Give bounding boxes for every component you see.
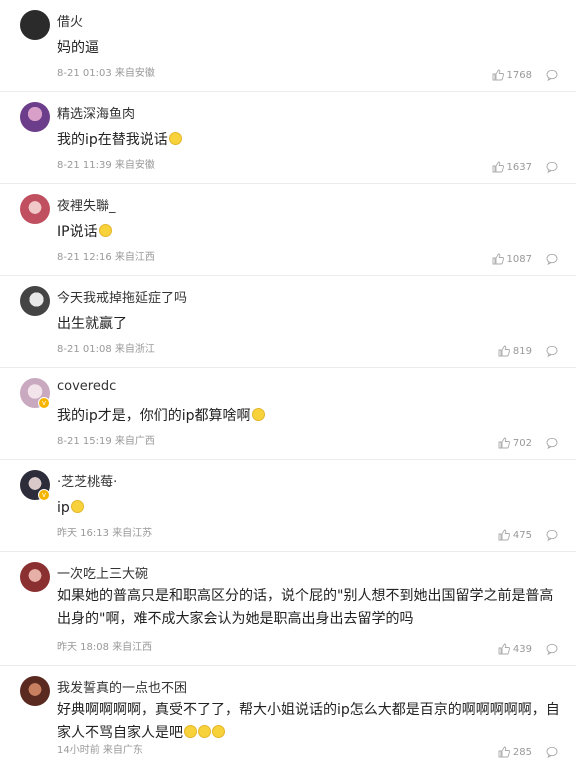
comment-actions: 1768 (492, 69, 558, 81)
comment-text: 好典啊啊啊啊，真受不了了，帮大小姐说话的ip怎么大都是百京的啊啊啊啊啊，自家人不… (57, 702, 560, 741)
avatar[interactable] (20, 10, 50, 40)
comment-item: v ·芝芝桃莓· ip 昨天 16:13 来自江苏 475 (0, 460, 576, 552)
thumbs-up-icon[interactable] (492, 161, 504, 173)
comment-meta: 8-21 12:16 来自江西 (57, 252, 155, 263)
avatar[interactable] (20, 562, 50, 592)
comment-list: 借火 妈的逼 8-21 01:03 来自安徽 1768 精选深海鱼肉 我的ip在… (0, 0, 576, 768)
comment-text: 我的ip才是，你们的ip都算啥啊 (57, 405, 560, 428)
comment-bubble-icon[interactable] (546, 253, 558, 265)
comment-actions: 475 (498, 529, 558, 541)
like-count: 439 (512, 643, 532, 655)
comment-item: v coveredc 我的ip才是，你们的ip都算啥啊 8-21 15:19 来… (0, 368, 576, 460)
comment-item: 今天我戒掉拖延症了吗 出生就赢了 8-21 01:08 来自浙江 819 (0, 276, 576, 368)
smile-emoji-icon (98, 224, 112, 237)
thumbs-up-icon[interactable] (492, 253, 504, 265)
shocked-emoji-icon (198, 725, 211, 738)
comment-bubble-icon[interactable] (546, 643, 558, 655)
thumbs-up-icon[interactable] (498, 746, 510, 758)
thumbs-up-icon[interactable] (498, 529, 510, 541)
comment-meta: 8-21 01:08 来自浙江 (57, 344, 155, 355)
like-count: 1768 (506, 69, 532, 81)
comment-bubble-icon[interactable] (546, 161, 558, 173)
like-count: 1637 (506, 161, 532, 173)
smile-emoji-icon (70, 500, 84, 513)
username[interactable]: 借火 (57, 11, 83, 30)
comment-actions: 1637 (492, 161, 558, 173)
comment-actions: 285 (498, 746, 558, 758)
avatar[interactable] (20, 194, 50, 224)
comment-text: 我的ip在替我说话 (57, 129, 560, 152)
username[interactable]: 夜裡失聯_ (57, 195, 116, 214)
thumbs-up-icon[interactable] (498, 345, 510, 357)
smile-emoji-icon (168, 132, 182, 145)
avatar[interactable] (20, 676, 50, 706)
like-count: 702 (512, 437, 532, 449)
like-count: 819 (512, 345, 532, 357)
thumbs-up-icon[interactable] (498, 643, 510, 655)
verified-badge-icon: v (38, 489, 50, 501)
username[interactable]: 我发誓真的一点也不困 (57, 677, 187, 696)
comment-meta: 8-21 15:19 来自广西 (57, 436, 155, 447)
comment-item: 借火 妈的逼 8-21 01:03 来自安徽 1768 (0, 0, 576, 92)
comment-bubble-icon[interactable] (546, 746, 558, 758)
comment-meta: 8-21 11:39 来自安徽 (57, 160, 155, 171)
thumbs-up-icon[interactable] (498, 437, 510, 449)
username[interactable]: coveredc (57, 379, 116, 394)
comment-bubble-icon[interactable] (546, 69, 558, 81)
username[interactable]: 精选深海鱼肉 (57, 103, 135, 122)
comment-text: 出生就赢了 (57, 316, 127, 332)
comment-actions: 439 (498, 643, 558, 655)
comment-item: 精选深海鱼肉 我的ip在替我说话 8-21 11:39 来自安徽 1637 (0, 92, 576, 184)
comment-text: ip (57, 497, 560, 520)
comment-item: 一次吃上三大碗 如果她的普高只是和职高区分的话，说个屁的"别人想不到她出国留学之… (0, 552, 576, 666)
comment-text: 妈的逼 (57, 40, 99, 56)
comment-meta: 昨天 16:13 来自江苏 (57, 528, 153, 539)
comment-actions: 819 (498, 345, 558, 357)
comment-actions: 702 (498, 437, 558, 449)
comment-meta: 昨天 18:08 来自江西 (57, 642, 153, 653)
avatar[interactable] (20, 102, 50, 132)
comment-bubble-icon[interactable] (546, 437, 558, 449)
avatar[interactable] (20, 286, 50, 316)
like-count: 1087 (506, 253, 532, 265)
comment-meta: 8-21 01:03 来自安徽 (57, 68, 155, 79)
comment-text: IP说话 (57, 221, 560, 244)
shocked-emoji-icon (212, 725, 225, 738)
username[interactable]: 今天我戒掉拖延症了吗 (57, 287, 187, 306)
comment-bubble-icon[interactable] (546, 529, 558, 541)
username[interactable]: 一次吃上三大碗 (57, 563, 148, 582)
comment-bubble-icon[interactable] (546, 345, 558, 357)
comment-text: 如果她的普高只是和职高区分的话，说个屁的"别人想不到她出国留学之前是普高出身的"… (57, 588, 554, 627)
laugh-emoji-icon (251, 408, 265, 421)
like-count: 285 (512, 746, 532, 758)
thumbs-up-icon[interactable] (492, 69, 504, 81)
comment-actions: 1087 (492, 253, 558, 265)
comment-meta: 14小时前 来自广东 (57, 745, 143, 756)
comment-item: 我发誓真的一点也不困 好典啊啊啊啊，真受不了了，帮大小姐说话的ip怎么大都是百京… (0, 666, 576, 768)
shocked-emoji-icon (184, 725, 197, 738)
verified-badge-icon: v (38, 397, 50, 409)
like-count: 475 (512, 529, 532, 541)
comment-item: 夜裡失聯_ IP说话 8-21 12:16 来自江西 1087 (0, 184, 576, 276)
username[interactable]: ·芝芝桃莓· (57, 471, 117, 490)
